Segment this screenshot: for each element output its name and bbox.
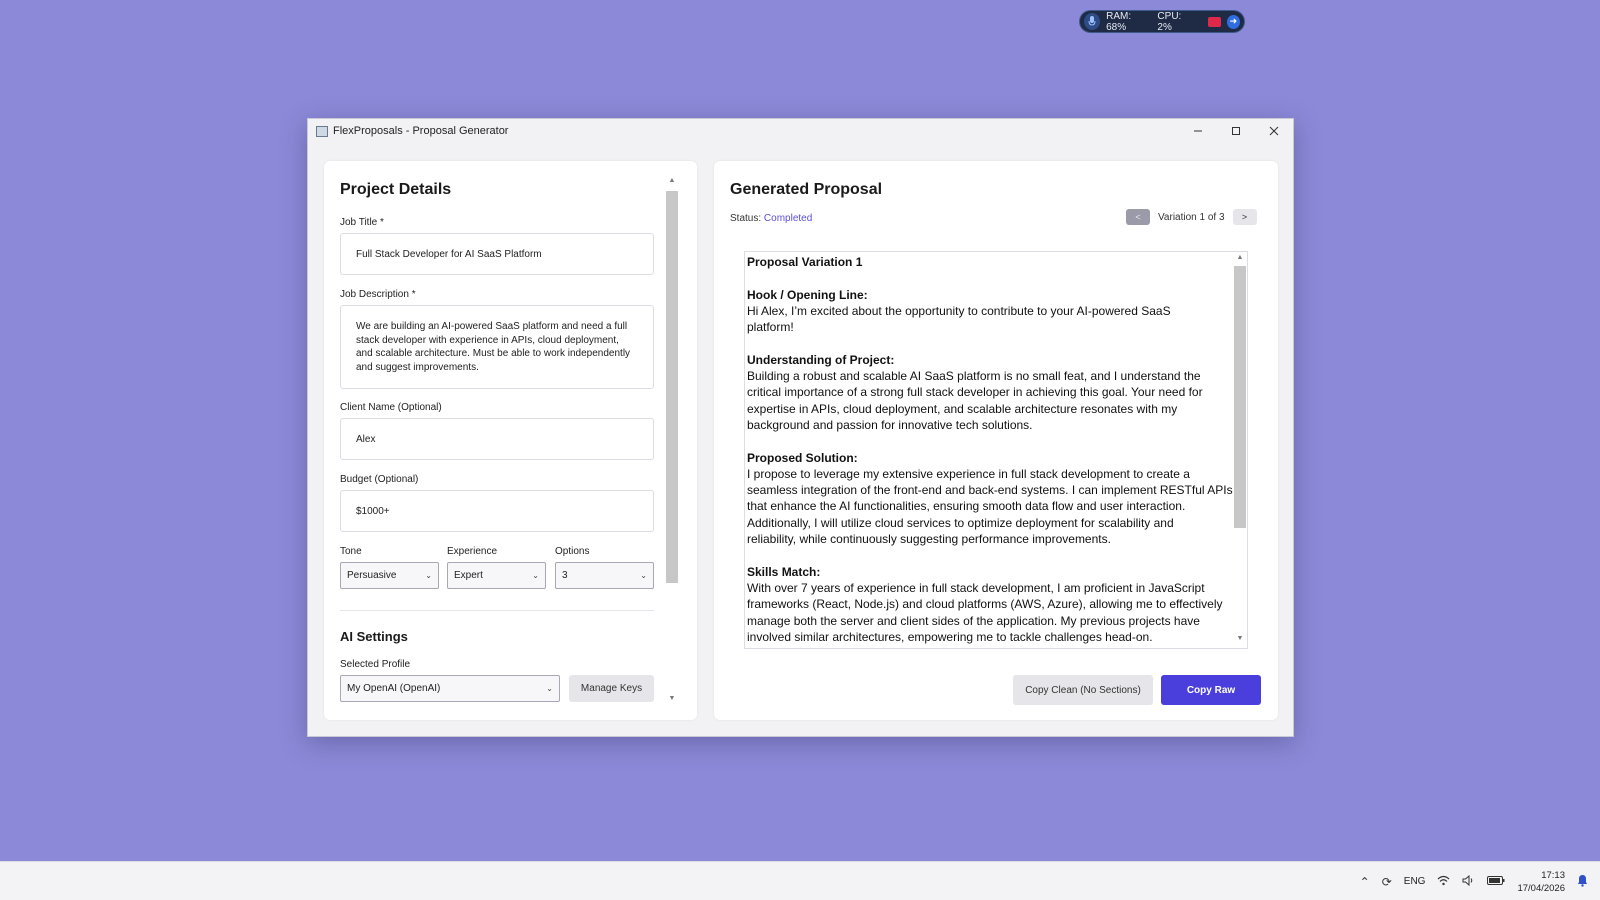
mic-icon [1084, 13, 1101, 30]
chevron-down-icon: ⌄ [425, 571, 432, 580]
maximize-button[interactable] [1217, 119, 1255, 143]
scroll-down-icon[interactable]: ▼ [665, 695, 679, 702]
system-tray: ⌃ ⟳ ENG 17:13 17/04/2026 [1360, 862, 1588, 900]
previous-variation-button[interactable]: < [1126, 209, 1150, 225]
variation-navigator: < Variation 1 of 3 > [1126, 209, 1257, 225]
arrow-right-icon[interactable]: ➜ [1226, 14, 1240, 29]
taskbar: ⌃ ⟳ ENG 17:13 17/04/2026 [0, 861, 1600, 900]
record-icon[interactable] [1208, 16, 1221, 27]
understanding-line: critical importance of a strong full sta… [747, 385, 1203, 400]
generated-proposal-panel: Generated Proposal Status: Completed < V… [714, 161, 1278, 720]
proposal-scrollbar[interactable]: ▲ ▼ [1233, 252, 1247, 648]
hook-line: Hi Alex, I’m excited about the opportuni… [747, 303, 1171, 318]
proposal-output[interactable]: Proposal Variation 1 Hook / Opening Line… [744, 251, 1248, 649]
client-name-input[interactable]: Alex [340, 418, 654, 460]
ai-settings-heading: AI Settings [340, 629, 408, 644]
app-icon [316, 125, 328, 137]
understanding-line: expertise in APIs, cloud deployment, and… [747, 401, 1178, 416]
language-indicator[interactable]: ENG [1404, 876, 1426, 887]
job-description-textarea[interactable]: We are building an AI-powered SaaS platf… [340, 305, 654, 389]
understanding-line: Building a robust and scalable AI SaaS p… [747, 369, 1201, 384]
clock-time: 17:13 [1541, 869, 1565, 881]
proposal-title: Proposal Variation 1 [747, 255, 863, 269]
job-title-label: Job Title * [340, 217, 384, 228]
notification-bell-icon[interactable] [1577, 874, 1588, 890]
understanding-line: background and passion for innovative te… [747, 417, 1033, 432]
chevron-down-icon: ⌄ [532, 571, 539, 580]
solution-line: I propose to leverage my extensive exper… [747, 466, 1190, 481]
scroll-up-icon[interactable]: ▲ [665, 177, 679, 184]
close-button[interactable] [1255, 119, 1293, 143]
cpu-usage: CPU: 2% [1157, 10, 1182, 33]
hook-line: platform! [747, 320, 794, 335]
skills-line: involved similar architectures, empoweri… [747, 629, 1153, 644]
minimize-button[interactable] [1179, 119, 1217, 143]
copy-raw-button[interactable]: Copy Raw [1161, 675, 1261, 705]
hook-heading: Hook / Opening Line: [747, 287, 868, 302]
scrollbar-thumb[interactable] [1234, 266, 1246, 528]
generated-proposal-heading: Generated Proposal [730, 181, 883, 198]
chevron-up-icon[interactable]: ⌃ [1360, 875, 1370, 889]
variation-indicator: Variation 1 of 3 [1158, 211, 1225, 223]
experience-label: Experience [447, 546, 498, 557]
maximize-icon [1232, 127, 1240, 135]
options-select[interactable]: 3 ⌄ [555, 562, 654, 589]
chevron-down-icon: ⌄ [546, 684, 553, 693]
skills-line: manage both the server and client sides … [747, 613, 1200, 628]
manage-keys-button[interactable]: Manage Keys [569, 675, 654, 702]
client-name-label: Client Name (Optional) [340, 402, 442, 413]
clock[interactable]: 17:13 17/04/2026 [1517, 869, 1565, 895]
minimize-icon [1194, 130, 1202, 132]
ram-usage: RAM: 68% [1106, 10, 1132, 33]
budget-input[interactable]: $1000+ [340, 490, 654, 532]
solution-line: seamless integration of the front-end an… [747, 483, 1233, 498]
budget-label: Budget (Optional) [340, 474, 419, 485]
options-label: Options [555, 546, 590, 557]
skills-line: With over 7 years of experience in full … [747, 580, 1205, 595]
profile-select[interactable]: My OpenAI (OpenAI) ⌄ [340, 675, 560, 702]
clock-date: 17/04/2026 [1517, 882, 1565, 894]
solution-line: reliability, while continuously suggesti… [747, 532, 1111, 547]
skills-heading: Skills Match: [747, 564, 821, 579]
wifi-icon[interactable] [1437, 875, 1450, 889]
proposal-text: Proposal Variation 1 Hook / Opening Line… [745, 252, 1233, 645]
chevron-down-icon: ⌄ [640, 571, 647, 580]
understanding-heading: Understanding of Project: [747, 352, 895, 367]
options-value: 3 [562, 570, 568, 581]
solution-line: that enhance the AI functionalities, ens… [747, 499, 1186, 514]
job-description-label: Job Description * [340, 289, 416, 300]
close-icon [1269, 126, 1279, 136]
copy-clean-button[interactable]: Copy Clean (No Sections) [1013, 675, 1153, 705]
tone-label: Tone [340, 546, 362, 557]
solution-heading: Proposed Solution: [747, 450, 858, 465]
job-title-input[interactable]: Full Stack Developer for AI SaaS Platfor… [340, 233, 654, 275]
volume-icon[interactable] [1462, 874, 1475, 889]
app-window: FlexProposals - Proposal Generator Proje… [307, 118, 1294, 737]
tone-select[interactable]: Persuasive ⌄ [340, 562, 439, 589]
project-details-panel: Project Details Job Title * Full Stack D… [324, 161, 697, 720]
skills-line: frameworks (React, Node.js) and cloud pl… [747, 597, 1223, 612]
profile-value: My OpenAI (OpenAI) [347, 683, 441, 694]
left-panel-scrollbar[interactable]: ▲ ▼ [665, 177, 679, 707]
experience-value: Expert [454, 570, 483, 581]
selected-profile-label: Selected Profile [340, 659, 411, 670]
tone-value: Persuasive [347, 570, 397, 581]
scrollbar-thumb[interactable] [666, 191, 678, 583]
system-monitor-widget[interactable]: RAM: 68% CPU: 2% ➜ [1079, 10, 1245, 33]
experience-select[interactable]: Expert ⌄ [447, 562, 546, 589]
scroll-up-icon[interactable]: ▲ [1233, 254, 1247, 261]
solution-line: Additionally, I will utilize cloud servi… [747, 515, 1174, 530]
battery-icon[interactable] [1487, 875, 1505, 889]
next-variation-button[interactable]: > [1232, 209, 1257, 225]
sync-icon[interactable]: ⟳ [1382, 875, 1392, 889]
section-divider [340, 610, 654, 611]
status-value: Completed [763, 213, 813, 224]
status-line: Status: Completed [730, 213, 812, 224]
scroll-down-icon[interactable]: ▼ [1233, 635, 1247, 642]
title-bar[interactable]: FlexProposals - Proposal Generator [308, 119, 1293, 143]
project-details-heading: Project Details [340, 181, 452, 198]
status-label: Status: [730, 213, 762, 224]
window-title: FlexProposals - Proposal Generator [333, 125, 509, 137]
